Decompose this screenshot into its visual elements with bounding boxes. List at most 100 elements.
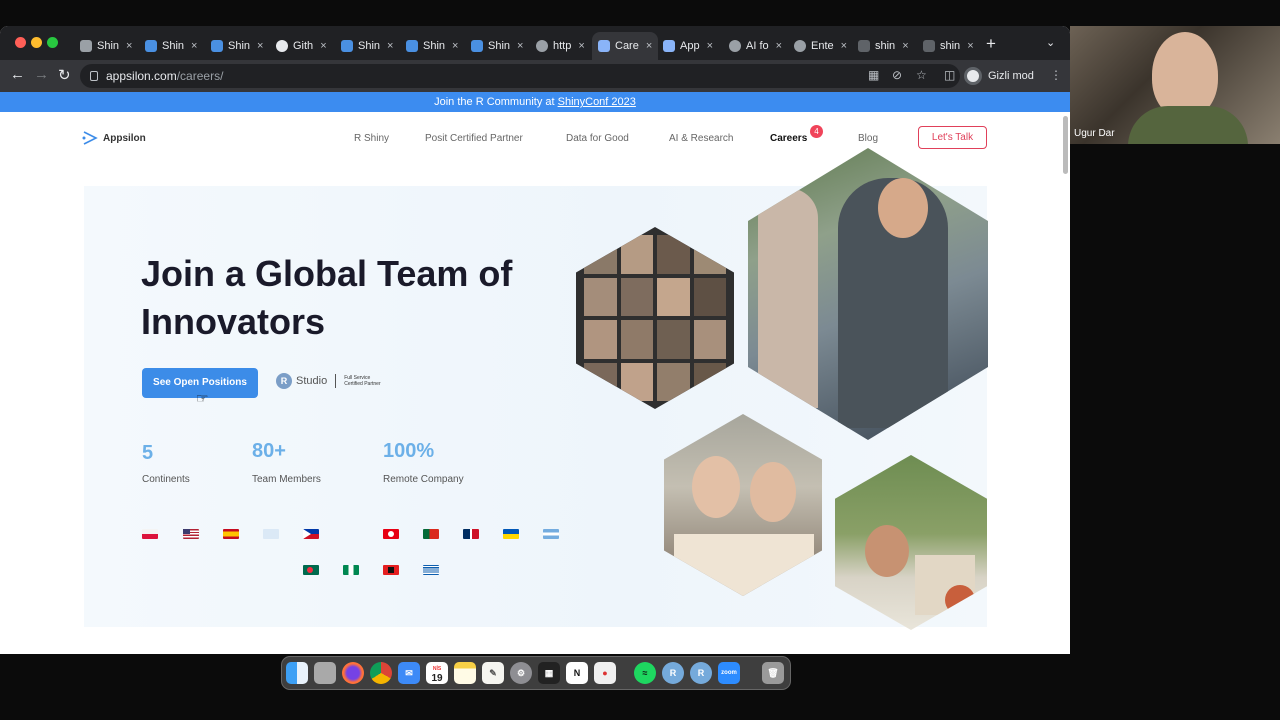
macos-dock: ✉ NİS 19 ✎ ⚙ ▦ N ● ≈ R R zoom 🗑 — [281, 656, 791, 690]
tab-close-icon[interactable]: × — [902, 40, 908, 52]
stat-label: Team Members — [252, 474, 321, 485]
new-tab-button[interactable]: + — [986, 34, 996, 54]
person-face — [878, 178, 928, 238]
tab-active[interactable]: Care × — [592, 32, 659, 60]
close-window-button[interactable] — [15, 37, 26, 48]
tab[interactable]: Shin × — [465, 32, 529, 60]
tab[interactable]: shin × — [917, 32, 980, 60]
launchpad-icon[interactable] — [314, 662, 336, 684]
preview-icon[interactable]: ● — [594, 662, 616, 684]
stat-value: 5 — [142, 442, 154, 464]
minimize-window-button[interactable] — [31, 37, 42, 48]
globe-icon — [729, 40, 741, 52]
firefox-icon[interactable] — [342, 662, 364, 684]
tab-close-icon[interactable]: × — [967, 40, 973, 52]
careers-count-badge: 4 — [810, 125, 823, 138]
menu-kebab-icon[interactable]: ⋮ — [1050, 68, 1062, 82]
flag-portugal — [423, 529, 439, 539]
eye-off-icon[interactable]: ⊘ — [892, 68, 902, 82]
address-bar[interactable]: appsilon.com/careers/ — [80, 64, 960, 88]
incognito-profile-button[interactable]: Gizli mod — [964, 64, 1034, 88]
zoom-window-button[interactable] — [47, 37, 58, 48]
translate-icon[interactable]: ▦ — [868, 68, 879, 82]
reload-icon[interactable]: ↻ — [58, 66, 71, 84]
tab-close-icon[interactable]: × — [841, 40, 847, 52]
rstudio-icon[interactable]: R — [690, 662, 712, 684]
tab-label: shin — [875, 40, 896, 52]
trash-icon[interactable]: 🗑 — [762, 662, 784, 684]
tab[interactable]: Shin × — [139, 32, 203, 60]
rstudio-partner-badge: R Studio Full Service Certified Partner — [276, 373, 381, 389]
flag-albania — [383, 565, 399, 575]
tab-search-icon[interactable]: ⌄ — [1046, 36, 1055, 49]
back-icon[interactable]: ← — [10, 66, 25, 83]
tab[interactable]: Shin × — [205, 32, 269, 60]
tab[interactable]: Gith × — [270, 32, 333, 60]
divider — [335, 374, 337, 388]
side-panel-icon[interactable]: ◫ — [944, 68, 955, 82]
spotify-icon[interactable]: ≈ — [634, 662, 656, 684]
window-manager-icon[interactable]: ▦ — [538, 662, 560, 684]
nav-r-shiny[interactable]: R Shiny — [354, 133, 389, 144]
mail-icon[interactable]: ✉ — [398, 662, 420, 684]
tab[interactable]: shin × — [852, 32, 915, 60]
bookmark-star-icon[interactable]: ☆ — [916, 68, 927, 82]
hand-cursor-icon: ☞ — [196, 390, 209, 406]
tab-label: Gith — [293, 40, 314, 52]
partner-line-2: Certified Partner — [344, 381, 381, 387]
collage-grid — [584, 235, 726, 401]
partner-name: Studio — [296, 375, 328, 387]
notion-icon[interactable]: N — [566, 662, 588, 684]
tab-favicon-icon — [406, 40, 418, 52]
tab-close-icon[interactable]: × — [320, 40, 326, 52]
zoom-icon[interactable]: zoom — [718, 662, 740, 684]
tab[interactable]: Shin × — [400, 32, 464, 60]
system-settings-icon[interactable]: ⚙ — [510, 662, 532, 684]
tab[interactable]: http × — [530, 32, 591, 60]
person-left — [758, 188, 818, 408]
tab[interactable]: Shin × — [74, 32, 138, 60]
tab-close-icon[interactable]: × — [646, 40, 652, 52]
tab[interactable]: Ente × — [788, 32, 853, 60]
tab-close-icon[interactable]: × — [387, 40, 393, 52]
tab-close-icon[interactable]: × — [517, 40, 523, 52]
tab-label: Ente — [811, 40, 834, 52]
tab-favicon-icon — [923, 40, 935, 52]
tab-label: Shin — [358, 40, 381, 52]
tab-close-icon[interactable]: × — [126, 40, 132, 52]
banner-text: Join the R Community at — [434, 96, 555, 108]
tab-label: http — [553, 40, 572, 52]
nav-careers[interactable]: Careers — [770, 133, 807, 144]
logo-text: Appsilon — [103, 132, 146, 144]
finder-icon[interactable] — [286, 662, 308, 684]
appsilon-favicon-icon — [598, 40, 610, 52]
browser-toolbar: ← → ↻ appsilon.com/careers/ ▦ ⊘ ☆ ◫ Gizl… — [0, 60, 1070, 92]
lets-talk-button[interactable]: Let's Talk — [918, 126, 987, 149]
tab-favicon-icon — [471, 40, 483, 52]
nav-ai-research[interactable]: AI & Research — [669, 133, 733, 144]
tab[interactable]: AI fo × — [723, 32, 788, 60]
nav-posit-partner[interactable]: Posit Certified Partner — [425, 133, 523, 144]
tab-close-icon[interactable]: × — [452, 40, 458, 52]
calendar-icon[interactable]: NİS 19 — [426, 662, 448, 684]
notes-icon[interactable] — [454, 662, 476, 684]
tab-close-icon[interactable]: × — [707, 40, 713, 52]
nav-blog[interactable]: Blog — [858, 133, 878, 144]
nav-data-for-good[interactable]: Data for Good — [566, 133, 629, 144]
globe-icon — [794, 40, 806, 52]
forward-icon[interactable]: → — [34, 66, 49, 83]
appsilon-logo[interactable]: Appsilon — [82, 130, 146, 146]
banner-link[interactable]: ShinyConf 2023 — [558, 96, 636, 108]
tab-favicon-icon — [341, 40, 353, 52]
tab[interactable]: Shin × — [335, 32, 399, 60]
tab[interactable]: App × — [657, 32, 719, 60]
chrome-icon[interactable] — [370, 662, 392, 684]
flag-tunisia — [383, 529, 399, 539]
tab-close-icon[interactable]: × — [257, 40, 263, 52]
tab-close-icon[interactable]: × — [776, 40, 782, 52]
tab-close-icon[interactable]: × — [191, 40, 197, 52]
tab-close-icon[interactable]: × — [578, 40, 584, 52]
textedit-icon[interactable]: ✎ — [482, 662, 504, 684]
rstudio-icon[interactable]: R — [662, 662, 684, 684]
github-icon — [276, 40, 288, 52]
